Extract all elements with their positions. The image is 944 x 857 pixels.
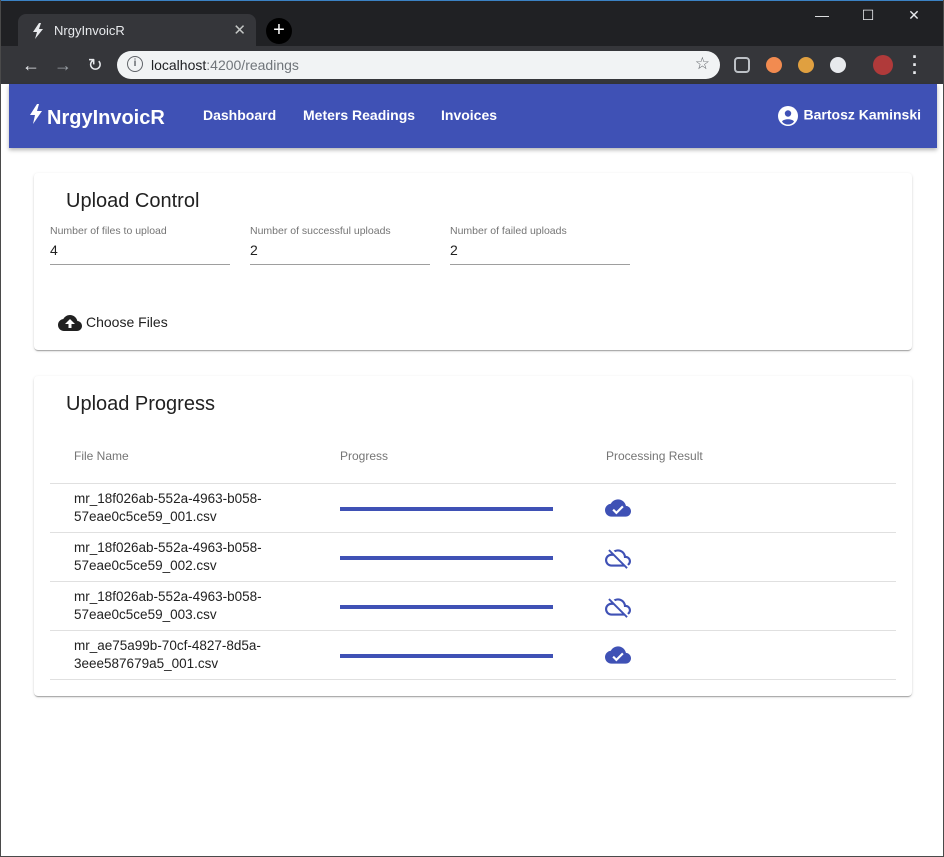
cloud-done-icon (605, 498, 631, 520)
reload-icon[interactable]: ↻ (84, 54, 106, 76)
choose-files-label: Choose Files (86, 314, 168, 330)
file-name-line: 57eae0c5ce59_003.csv (74, 607, 217, 622)
maximize-icon[interactable]: ☐ (858, 7, 878, 24)
cloud-done-icon (605, 645, 631, 667)
file-name-line: mr_ae75a99b-70cf-4827-8d5a- (74, 638, 261, 653)
failed-uploads-field[interactable]: Number of failed uploads (450, 225, 630, 265)
progress-bar (340, 654, 553, 658)
account-circle-icon (777, 106, 798, 126)
minimize-icon[interactable]: — (812, 7, 832, 23)
field-label: Number of files to upload (50, 225, 167, 237)
tab-title: NrgyInvoicR (54, 23, 125, 38)
user-name: Bartosz Kaminski (803, 106, 921, 123)
nav-meters-readings[interactable]: Meters Readings (303, 107, 415, 123)
file-name-line: 57eae0c5ce59_002.csv (74, 558, 217, 573)
table-row: mr_18f026ab-552a-4963-b058- 57eae0c5ce59_… (50, 582, 896, 631)
upload-control-card: Upload Control Number of files to upload… (34, 173, 912, 350)
browser-toolbar: ← → ↻ i localhost:4200/readings ☆ · · · (1, 46, 943, 84)
cloud-upload-icon (58, 315, 82, 332)
progress-bar-fill (340, 556, 553, 560)
profile-avatar[interactable] (873, 55, 893, 75)
progress-bar-fill (340, 507, 553, 511)
successful-uploads-field[interactable]: Number of successful uploads (250, 225, 430, 265)
files-to-upload-field[interactable]: Number of files to upload (50, 225, 230, 265)
nav-invoices[interactable]: Invoices (441, 107, 497, 123)
nav-dashboard[interactable]: Dashboard (203, 107, 276, 123)
brand-name: NrgyInvoicR (47, 107, 165, 129)
upload-control-title: Upload Control (66, 190, 200, 212)
failed-uploads-input[interactable] (450, 242, 620, 258)
file-name-cell: mr_18f026ab-552a-4963-b058- 57eae0c5ce59_… (74, 539, 314, 575)
table-row: mr_18f026ab-552a-4963-b058- 57eae0c5ce59_… (50, 533, 896, 582)
file-name-cell: mr_18f026ab-552a-4963-b058- 57eae0c5ce59_… (74, 490, 314, 526)
progress-bar-fill (340, 654, 553, 658)
address-bar[interactable]: i localhost:4200/readings ☆ (117, 51, 720, 79)
field-label: Number of successful uploads (250, 225, 391, 237)
files-to-upload-input[interactable] (50, 242, 220, 258)
file-name-line: mr_18f026ab-552a-4963-b058- (74, 491, 262, 506)
url-text[interactable]: localhost:4200/readings (151, 57, 299, 73)
field-label: Number of failed uploads (450, 225, 567, 237)
successful-uploads-input[interactable] (250, 242, 420, 258)
tab-close-icon[interactable]: ✕ (233, 21, 246, 39)
progress-bar (340, 507, 553, 511)
new-tab-button[interactable]: + (266, 18, 292, 44)
extension-icon[interactable] (766, 57, 782, 73)
file-name-line: 3eee587679a5_001.csv (74, 656, 219, 671)
site-info-icon[interactable]: i (127, 56, 143, 72)
pocket-extension-icon[interactable] (734, 57, 750, 73)
app-brand[interactable]: NrgyInvoicR (29, 104, 165, 130)
user-menu[interactable]: Bartosz Kaminski (777, 106, 921, 126)
upload-progress-card: Upload Progress File Name Progress Proce… (34, 376, 912, 696)
progress-bar-fill (340, 605, 553, 609)
forward-arrow-icon[interactable]: → (52, 54, 74, 76)
table-row: mr_ae75a99b-70cf-4827-8d5a- 3eee587679a5_… (50, 631, 896, 680)
cloud-off-icon (605, 596, 631, 618)
extension-icon[interactable] (798, 57, 814, 73)
extension-icon[interactable] (830, 57, 846, 73)
browser-window: NrgyInvoicR ✕ + — ☐ ✕ ← → ↻ i localhost:… (0, 0, 944, 857)
file-name-line: 57eae0c5ce59_001.csv (74, 509, 217, 524)
file-name-line: mr_18f026ab-552a-4963-b058- (74, 540, 262, 555)
file-name-cell: mr_18f026ab-552a-4963-b058- 57eae0c5ce59_… (74, 588, 314, 624)
column-header-progress: Progress (340, 449, 389, 463)
progress-bar (340, 605, 553, 609)
column-header-file-name: File Name (74, 449, 129, 463)
progress-bar (340, 556, 553, 560)
cloud-off-icon (605, 547, 631, 569)
window-close-icon[interactable]: ✕ (904, 7, 924, 24)
file-name-cell: mr_ae75a99b-70cf-4827-8d5a- 3eee587679a5_… (74, 637, 314, 673)
bolt-favicon-icon (32, 23, 44, 39)
bookmark-star-icon[interactable]: ☆ (695, 54, 710, 74)
table-header: File Name Progress Processing Result (50, 436, 896, 484)
upload-progress-title: Upload Progress (66, 393, 215, 415)
file-name-line: mr_18f026ab-552a-4963-b058- (74, 589, 262, 604)
column-header-processing-result: Processing Result (606, 449, 703, 463)
browser-titlebar: NrgyInvoicR ✕ + — ☐ ✕ (1, 0, 943, 47)
upload-table: File Name Progress Processing Result mr_… (50, 436, 896, 680)
table-row: mr_18f026ab-552a-4963-b058- 57eae0c5ce59_… (50, 484, 896, 533)
browser-tab[interactable]: NrgyInvoicR ✕ (18, 14, 256, 47)
bolt-icon (29, 104, 43, 130)
browser-menu-icon[interactable]: · · · (909, 48, 921, 82)
back-arrow-icon[interactable]: ← (20, 54, 42, 76)
app-header: NrgyInvoicR Dashboard Meters Readings In… (9, 84, 937, 148)
choose-files-button[interactable]: Choose Files (58, 314, 168, 334)
